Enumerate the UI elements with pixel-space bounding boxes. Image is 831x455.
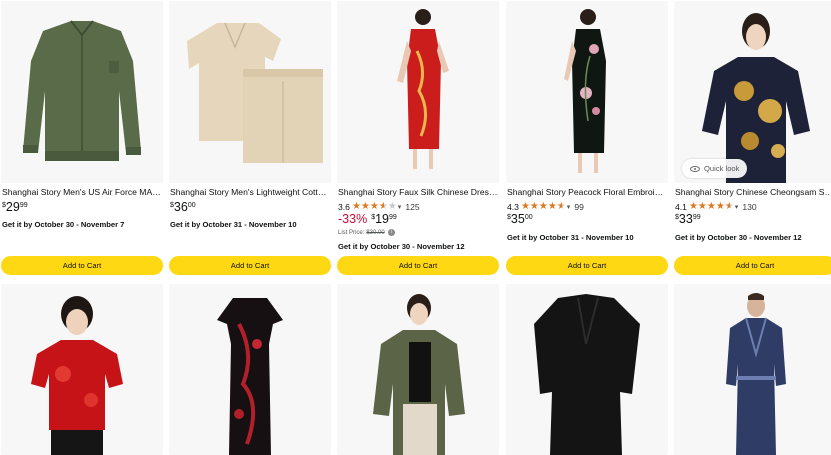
price: $ 35 00: [507, 212, 533, 226]
star-icon: ★: [369, 201, 379, 212]
star-icon: ★: [538, 201, 548, 212]
gold-cheongsam-shirt-image[interactable]: Quick look: [674, 1, 831, 183]
star-icon: ★: [688, 201, 698, 212]
black-robe-image[interactable]: [506, 284, 668, 455]
add-to-cart-button[interactable]: Add to Cart: [506, 256, 668, 275]
star-rating-icon: ★ ★ ★ ★ ★: [521, 202, 566, 212]
star-icon: ★: [556, 201, 566, 212]
star-icon: ★: [529, 201, 539, 212]
blue-paisley-robe-image[interactable]: [674, 284, 831, 455]
star-rating-icon: ★ ★ ★ ★ ★: [352, 202, 397, 212]
product-title[interactable]: Shanghai Story Faux Silk Chinese Dress..…: [338, 187, 498, 198]
star-icon: ★: [547, 201, 557, 212]
black-floral-qipao-image[interactable]: [506, 1, 668, 183]
red-qipao-image[interactable]: [337, 1, 499, 183]
price: $ 29 99: [2, 200, 28, 214]
red-satin-blouse-image[interactable]: [1, 284, 163, 455]
add-to-cart-button[interactable]: Add to Cart: [337, 256, 499, 275]
review-count[interactable]: 130: [742, 202, 756, 212]
product-grid: Shanghai Story Men's US Air Force MA-1..…: [0, 0, 831, 455]
review-count[interactable]: 125: [405, 202, 419, 212]
add-to-cart-button[interactable]: Add to Cart: [674, 256, 831, 275]
star-icon: ★: [351, 201, 361, 212]
delivery-date: Get it by October 30 - November 12: [338, 242, 465, 251]
product-title[interactable]: Shanghai Story Chinese Cheongsam Shirt..…: [675, 187, 831, 198]
delivery-date: Get it by October 31 - November 10: [507, 233, 634, 242]
price: $ 36 00: [170, 200, 196, 214]
product-title[interactable]: Shanghai Story Men's Lightweight Cotton.…: [170, 187, 330, 198]
info-icon[interactable]: i: [387, 229, 395, 236]
star-icon: ★: [387, 201, 397, 212]
eye-icon: [690, 165, 700, 172]
black-red-floral-qipao-image[interactable]: [169, 284, 331, 455]
chevron-down-icon[interactable]: ▾: [735, 203, 739, 211]
star-icon: ★: [697, 201, 707, 212]
product-title[interactable]: Shanghai Story Peacock Floral Embroidery…: [507, 187, 667, 198]
price: $ 33 99: [675, 212, 701, 226]
bomber-jacket-image[interactable]: [1, 1, 163, 183]
quick-look-button[interactable]: Quick look: [682, 159, 748, 178]
price: -33% $ 19 99: [338, 212, 397, 226]
star-icon: ★: [360, 201, 370, 212]
delivery-date: Get it by October 30 - November 12: [675, 233, 802, 242]
star-icon: ★: [520, 201, 530, 212]
star-rating-icon: ★ ★ ★ ★ ★: [689, 202, 734, 212]
star-icon: ★: [715, 201, 725, 212]
list-price: List Price: $30.00 i: [338, 229, 395, 236]
chevron-down-icon[interactable]: ▾: [567, 203, 571, 211]
star-icon: ★: [724, 201, 734, 212]
add-to-cart-button[interactable]: Add to Cart: [1, 256, 163, 275]
star-icon: ★: [378, 201, 388, 212]
shirt-and-shorts-image[interactable]: [169, 1, 331, 183]
star-icon: ★: [706, 201, 716, 212]
add-to-cart-button[interactable]: Add to Cart: [169, 256, 331, 275]
delivery-date: Get it by October 31 - November 10: [170, 220, 297, 229]
discount-badge: -33%: [338, 212, 368, 226]
delivery-date: Get it by October 30 - November 7: [2, 220, 125, 229]
olive-jacket-image[interactable]: [337, 284, 499, 455]
review-count[interactable]: 99: [574, 202, 584, 212]
product-title[interactable]: Shanghai Story Men's US Air Force MA-1..…: [2, 187, 162, 198]
chevron-down-icon[interactable]: ▾: [398, 203, 402, 211]
